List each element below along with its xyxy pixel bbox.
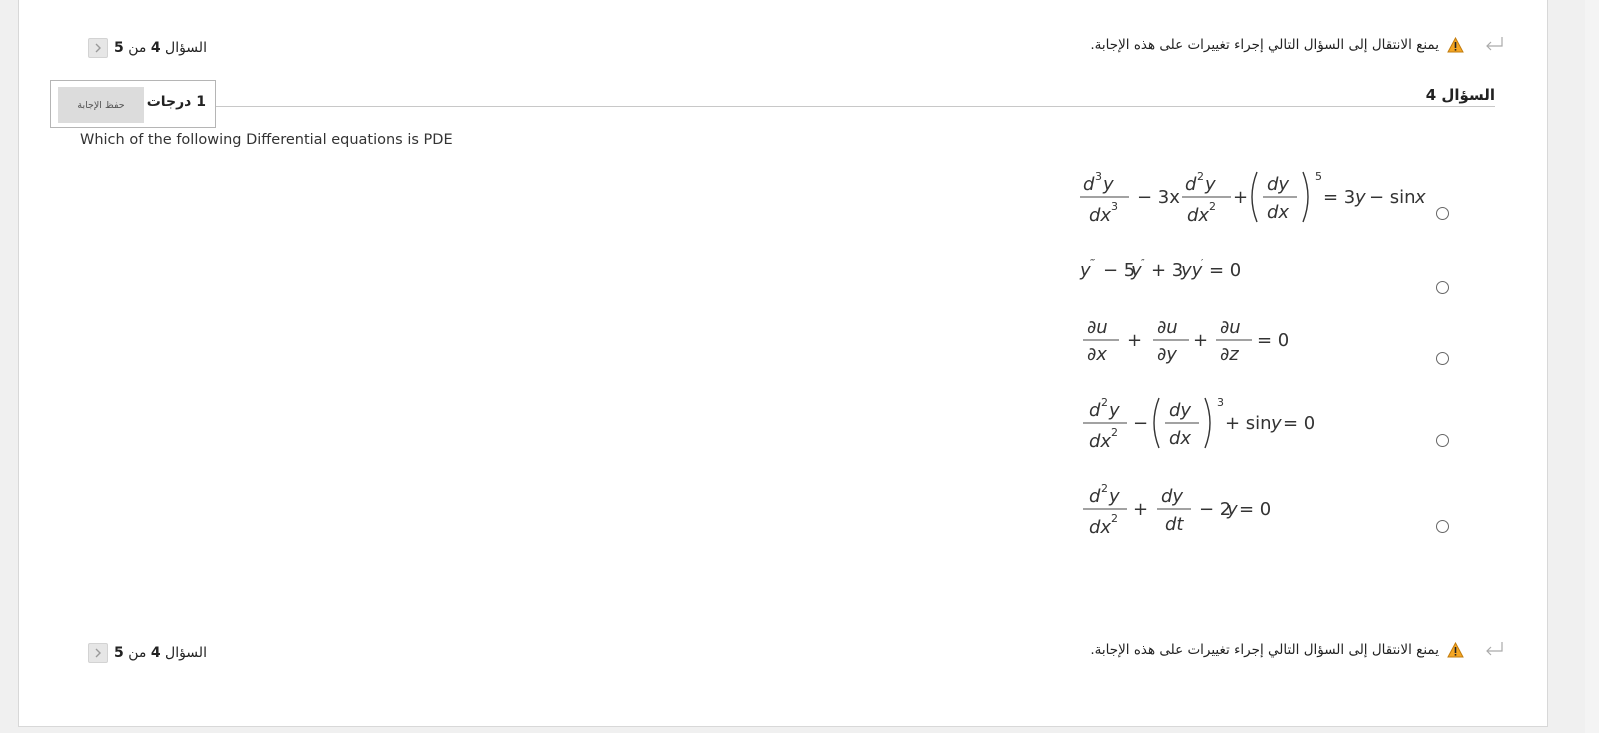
return-arrow-icon bbox=[1486, 642, 1503, 656]
svg-text:+: + bbox=[1233, 187, 1248, 208]
option-4-radio[interactable] bbox=[1436, 434, 1449, 447]
option-1-equation: d 3 y dx 3 − 3x d 2 y dx 2 + dy dx 5 = 3… bbox=[1075, 166, 1435, 232]
question-title: السؤال 4 bbox=[1425, 86, 1495, 104]
header-divider bbox=[216, 106, 1495, 107]
svg-text:dx: dx bbox=[1089, 205, 1111, 226]
option-5-equation: d 2 y dx 2 + dy dt − 2 y = 0 bbox=[1075, 478, 1315, 542]
svg-text:2: 2 bbox=[1209, 200, 1216, 213]
svg-text:d: d bbox=[1089, 486, 1101, 507]
svg-text:y: y bbox=[1108, 400, 1120, 421]
svg-text:3: 3 bbox=[1095, 170, 1102, 183]
svg-text:dy: dy bbox=[1161, 486, 1183, 507]
warning-triangle-icon bbox=[1447, 642, 1464, 658]
svg-text:‴: ‴ bbox=[1090, 258, 1095, 269]
next-question-button[interactable] bbox=[88, 643, 108, 663]
svg-text:∂u: ∂u bbox=[1157, 317, 1178, 338]
warning-text: يمنع الانتقال إلى السؤال التالي إجراء تغ… bbox=[1090, 642, 1439, 658]
svg-text:dx: dx bbox=[1089, 517, 1111, 538]
next-question-button[interactable] bbox=[88, 38, 108, 58]
svg-text:∂z: ∂z bbox=[1220, 344, 1239, 365]
svg-text:d: d bbox=[1089, 400, 1101, 421]
chevron-right-icon bbox=[95, 43, 101, 53]
svg-text:3: 3 bbox=[1217, 396, 1224, 409]
svg-text:+: + bbox=[1133, 499, 1148, 520]
svg-text:= 0: = 0 bbox=[1209, 260, 1241, 281]
svg-text:dx: dx bbox=[1089, 431, 1111, 452]
question-nav-top: السؤال 4 من 5 bbox=[88, 38, 207, 58]
option-5-radio[interactable] bbox=[1436, 520, 1449, 533]
page-scrollbar[interactable] bbox=[1585, 0, 1599, 733]
question-nav-bottom: السؤال 4 من 5 bbox=[88, 643, 207, 663]
option-3-equation: ∂u ∂x + ∂u ∂y + ∂u ∂z = 0 bbox=[1075, 312, 1315, 368]
svg-text:2: 2 bbox=[1101, 482, 1108, 495]
svg-text:2: 2 bbox=[1101, 396, 1108, 409]
svg-text:+ sin: + sin bbox=[1225, 413, 1272, 434]
navigation-warning-top: يمنع الانتقال إلى السؤال التالي إجراء تغ… bbox=[1090, 36, 1504, 54]
question-text: Which of the following Differential equa… bbox=[80, 132, 453, 148]
svg-text:dt: dt bbox=[1165, 514, 1184, 535]
svg-text:∂u: ∂u bbox=[1220, 317, 1241, 338]
points-label: 1 درجات bbox=[146, 94, 206, 110]
navigation-warning-bottom: يمنع الانتقال إلى السؤال التالي إجراء تغ… bbox=[1090, 641, 1504, 659]
svg-text:x: x bbox=[1414, 187, 1426, 208]
svg-text:− 3x: − 3x bbox=[1137, 187, 1180, 208]
question-card bbox=[18, 0, 1548, 727]
svg-text:dx: dx bbox=[1169, 428, 1191, 449]
svg-text:2: 2 bbox=[1111, 426, 1118, 439]
svg-text:dx: dx bbox=[1187, 205, 1209, 226]
svg-text:dy: dy bbox=[1267, 174, 1289, 195]
warning-triangle-icon bbox=[1447, 37, 1464, 53]
svg-text:y: y bbox=[1102, 174, 1114, 195]
svg-text:dy: dy bbox=[1169, 400, 1191, 421]
chevron-right-icon bbox=[95, 648, 101, 658]
svg-text:− sin: − sin bbox=[1369, 187, 1416, 208]
svg-text:∂y: ∂y bbox=[1157, 344, 1177, 365]
svg-text:= 3: = 3 bbox=[1323, 187, 1355, 208]
option-3-radio[interactable] bbox=[1436, 352, 1449, 365]
svg-text:d: d bbox=[1185, 174, 1197, 195]
svg-text:″: ″ bbox=[1141, 258, 1145, 269]
svg-text:2: 2 bbox=[1111, 512, 1118, 525]
svg-text:3: 3 bbox=[1111, 200, 1118, 213]
svg-text:= 0: = 0 bbox=[1257, 330, 1289, 351]
question-counter: السؤال 4 من 5 bbox=[114, 40, 207, 56]
save-answer-button[interactable]: حفظ الإجابة bbox=[58, 87, 144, 123]
svg-text:∂u: ∂u bbox=[1087, 317, 1108, 338]
option-2-radio[interactable] bbox=[1436, 281, 1449, 294]
question-counter: السؤال 4 من 5 bbox=[114, 645, 207, 661]
warning-text: يمنع الانتقال إلى السؤال التالي إجراء تغ… bbox=[1090, 37, 1439, 53]
svg-text:yy: yy bbox=[1180, 260, 1203, 281]
svg-text:y: y bbox=[1204, 174, 1216, 195]
svg-text:dx: dx bbox=[1267, 202, 1289, 223]
svg-text:y: y bbox=[1226, 499, 1238, 520]
return-arrow-icon bbox=[1486, 37, 1503, 51]
points-box: حفظ الإجابة 1 درجات bbox=[50, 80, 216, 128]
svg-text:y: y bbox=[1354, 187, 1366, 208]
svg-text:+: + bbox=[1127, 330, 1142, 351]
svg-text:+: + bbox=[1193, 330, 1208, 351]
svg-text:y: y bbox=[1108, 486, 1120, 507]
svg-text:= 0: = 0 bbox=[1283, 413, 1315, 434]
svg-text:y: y bbox=[1270, 413, 1282, 434]
svg-text:= 0: = 0 bbox=[1239, 499, 1271, 520]
svg-text:+ 3: + 3 bbox=[1151, 260, 1183, 281]
option-4-equation: d 2 y dx 2 − dy dx 3 + sin y = 0 bbox=[1075, 392, 1355, 456]
option-2-equation: y ‴ − 5 y ″ + 3 yy ′ = 0 bbox=[1075, 256, 1275, 284]
svg-text:∂x: ∂x bbox=[1087, 344, 1107, 365]
svg-text:−: − bbox=[1133, 413, 1148, 434]
svg-text:5: 5 bbox=[1315, 170, 1322, 183]
option-1-radio[interactable] bbox=[1436, 207, 1449, 220]
svg-text:2: 2 bbox=[1197, 170, 1204, 183]
svg-text:d: d bbox=[1083, 174, 1095, 195]
svg-text:′: ′ bbox=[1201, 258, 1204, 269]
